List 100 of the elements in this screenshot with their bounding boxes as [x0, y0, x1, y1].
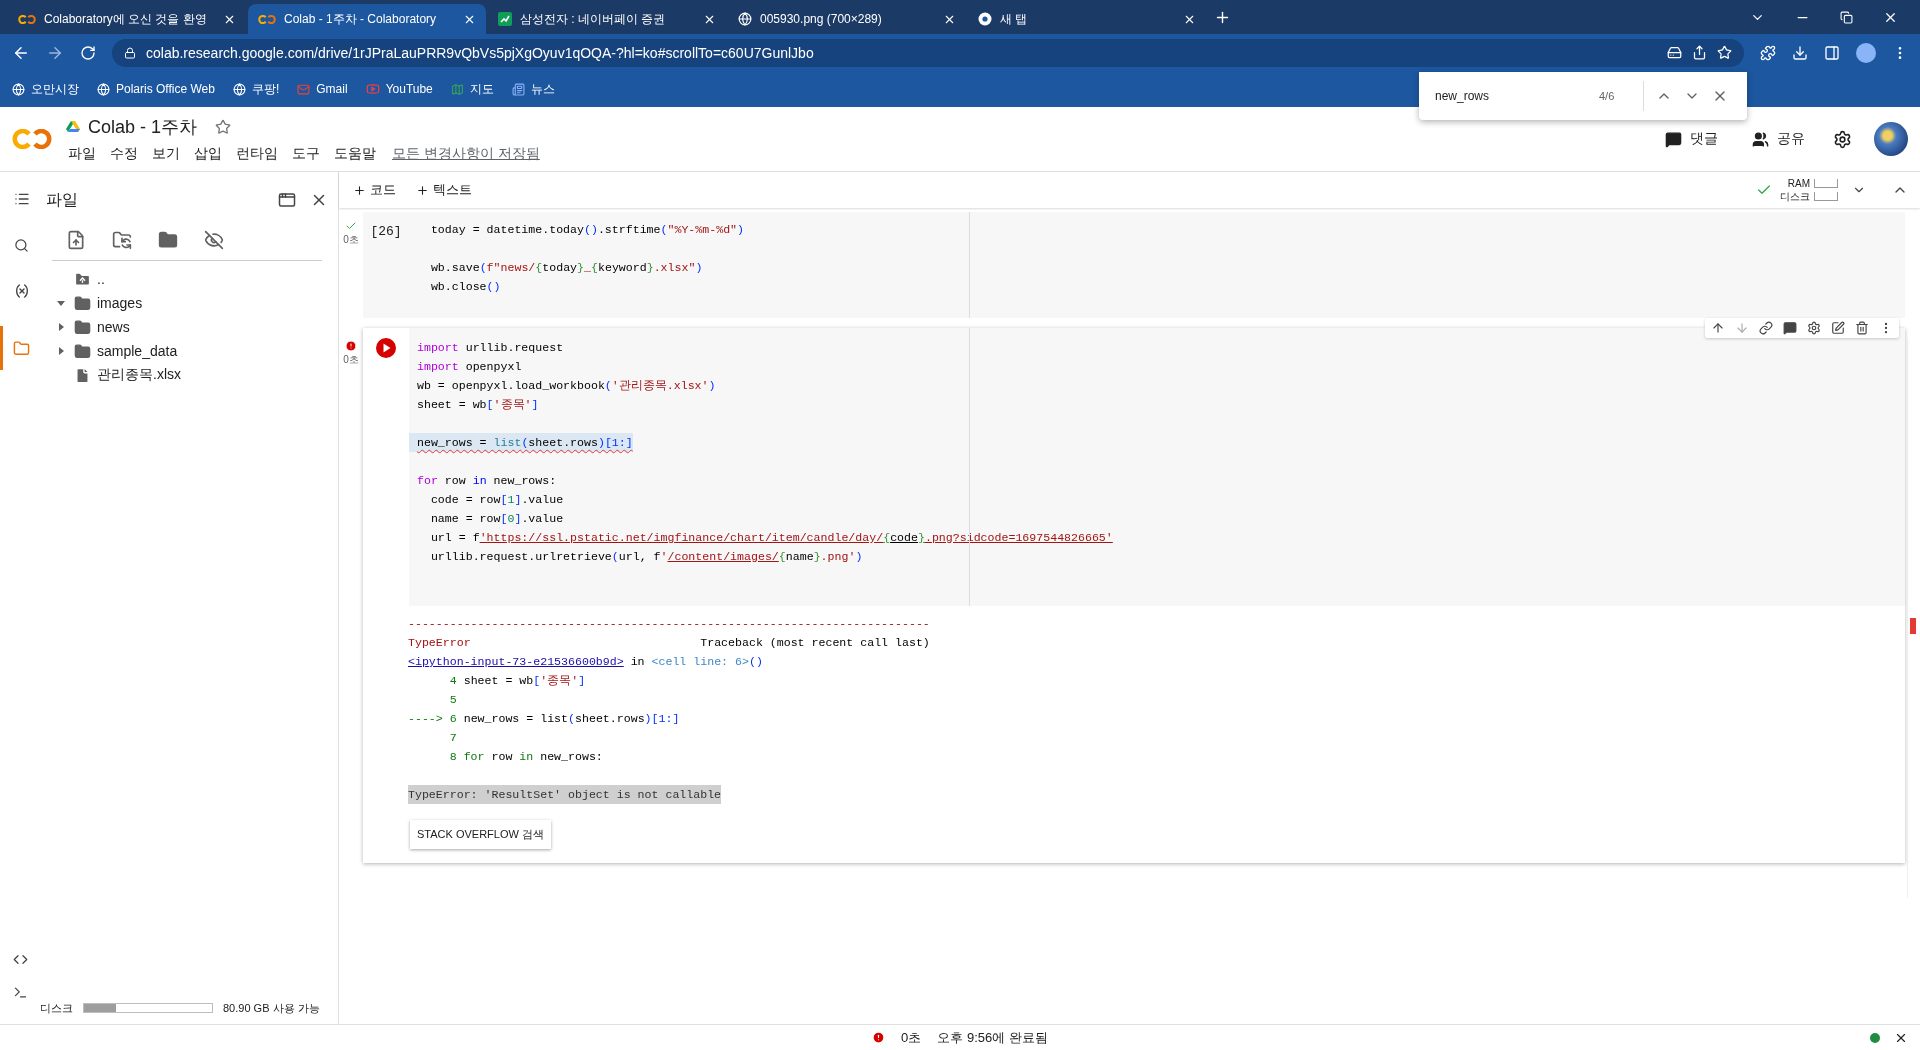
code-line: 7	[448, 730, 457, 746]
comment-icon[interactable]	[1783, 321, 1797, 335]
stack-overflow-button[interactable]: STACK OVERFLOW 검색	[410, 820, 551, 849]
menu-item[interactable]: 도움말	[334, 145, 376, 163]
star-icon[interactable]	[215, 119, 232, 135]
side-panel-icon[interactable]	[1824, 44, 1840, 61]
code-line: wb = openpyxl.load_workbook('관리종목.xlsx')	[416, 378, 716, 394]
code-line: for row in new_rows:	[416, 473, 557, 489]
error-message: TypeError: 'ResultSet' object is not callable	[408, 785, 722, 804]
file-name[interactable]: ..	[97, 271, 105, 287]
file-name[interactable]: images	[97, 295, 143, 311]
caret-icon[interactable]	[57, 299, 65, 307]
address-bar[interactable]: colab.research.google.com/drive/1rJPraLauPRR9vQbVs5pjXgOyuv1qOQA-?hl=ko#scrollTo=c60U7GunlJbo	[112, 38, 1744, 67]
file-name[interactable]: news	[97, 319, 130, 335]
drive-icon	[66, 121, 80, 133]
browser-tab[interactable]: 새 탭	[968, 4, 1206, 34]
file-name[interactable]: sample_data	[97, 343, 178, 359]
elapsed-time: 0초	[901, 1028, 922, 1047]
code-line: 8 for row in new_rows:	[448, 749, 603, 765]
add-cell-button[interactable]: 코드	[351, 179, 398, 201]
resource-meter[interactable]: RAM 디스크	[1780, 177, 1838, 203]
avatar[interactable]	[1874, 122, 1908, 156]
globe-icon	[232, 82, 246, 96]
plus-icon	[353, 183, 366, 197]
refresh-folder-icon[interactable]	[112, 230, 132, 250]
bookmark[interactable]: YouTube	[365, 82, 433, 96]
comment-button[interactable]: 댓글	[1659, 129, 1724, 149]
code-line: wb.save(f"news/{today}_{keyword}.xlsx")	[429, 260, 703, 276]
terminal-icon[interactable]	[12, 985, 28, 1000]
code-line: 4 sheet = wb['종목']	[448, 673, 586, 689]
check-icon	[345, 220, 357, 232]
lock-icon	[124, 46, 136, 59]
disk-free-text: 80.90 GB 사용 가능	[223, 1000, 320, 1016]
share-button[interactable]: 공유	[1746, 129, 1811, 149]
code-line: code = row[1].value	[429, 492, 564, 508]
play-icon	[365, 82, 380, 96]
menu-item[interactable]: 삽입	[194, 145, 222, 163]
menu-item[interactable]: 파일	[68, 145, 96, 163]
avatar[interactable]	[1856, 42, 1876, 63]
bookmark[interactable]: 쿠팡!	[232, 80, 280, 98]
chart-icon	[498, 12, 512, 26]
extensions-icon[interactable]	[1760, 44, 1776, 61]
browser-tab[interactable]: 삼성전자 : 네이버페이 증권	[488, 4, 726, 34]
code-line: today = datetime.today().strftime("%Y-%m-%d")	[429, 222, 745, 238]
colab-logo-icon	[258, 14, 276, 24]
add-cell-button[interactable]: 텍스트	[414, 179, 474, 201]
code-line: import urllib.request	[416, 340, 564, 356]
menu-item[interactable]: 수정	[110, 145, 138, 163]
reload-icon[interactable]	[80, 44, 96, 61]
link-icon[interactable]	[1759, 321, 1773, 335]
action-label: 공유	[1777, 130, 1805, 148]
browser-tab[interactable]: Colaboratory에 오신 것을 환영	[8, 4, 246, 34]
code-line: url = f'https://ssl.pstatic.net/imgfinance/chart/item/candle/day/{code}.png?sidcode=1697544826665'	[429, 530, 1113, 546]
browser-tab[interactable]: 005930.png (700×289)	[728, 4, 966, 34]
window-icon[interactable]	[278, 191, 296, 209]
share-icon[interactable]	[1692, 45, 1707, 60]
browser-logo-icon	[978, 12, 992, 26]
move-up-icon[interactable]	[1711, 321, 1725, 335]
settings-icon[interactable]	[1807, 321, 1821, 335]
code-cell[interactable]	[363, 328, 1905, 863]
save-status-link[interactable]: 모든 변경사항이 저장됨	[392, 145, 540, 163]
execution-count: [26]	[370, 224, 402, 241]
notebook-title[interactable]: Colab - 1주차	[88, 115, 198, 139]
globe-icon	[97, 82, 110, 96]
menu-item[interactable]: 도구	[292, 145, 320, 163]
completion-status: 오후 9:56에 완료됨	[937, 1028, 1048, 1047]
bookmark[interactable]: 오만시장	[12, 80, 79, 98]
folder-icon	[74, 294, 91, 312]
scrollbar[interactable]	[1907, 338, 1918, 898]
restore-icon[interactable]	[1840, 10, 1853, 24]
eye-off-icon[interactable]	[204, 230, 224, 250]
browser-tab[interactable]: Colab - 1주차 - Colaboratory	[248, 4, 486, 34]
code-line: name = row[0].value	[429, 511, 564, 527]
menu-item[interactable]: 런타임	[236, 145, 278, 163]
delete-icon[interactable]	[1855, 321, 1869, 335]
folder-icon[interactable]	[158, 230, 178, 250]
drive-icon[interactable]	[1667, 45, 1682, 60]
bookmark[interactable]: 지도	[450, 80, 494, 98]
file-name[interactable]: 관리종목.xlsx	[97, 366, 181, 384]
run-button[interactable]	[376, 338, 396, 358]
plus-icon	[416, 183, 429, 197]
download-icon[interactable]	[1792, 44, 1808, 61]
run-time: 0초	[343, 233, 359, 247]
comment-icon	[1665, 130, 1682, 148]
upload-icon[interactable]	[66, 230, 86, 250]
caret-icon[interactable]	[57, 323, 65, 331]
folder-icon	[74, 318, 91, 336]
code-line: sheet = wb['종목']	[416, 397, 539, 413]
caret-icon[interactable]	[57, 347, 65, 355]
code-line: urllib.request.urlretrieve(url, f'/content/images/{name}.png')	[429, 549, 863, 565]
bookmark[interactable]: 뉴스	[511, 80, 555, 98]
folder-icon	[74, 342, 91, 360]
bookmark[interactable]: Polaris Office Web	[97, 82, 215, 96]
settings-icon[interactable]	[1833, 129, 1852, 149]
code-line: 5	[448, 692, 457, 708]
find-field[interactable]: new_rows	[1433, 88, 1587, 104]
bookmark[interactable]: Gmail	[297, 82, 348, 96]
code-icon[interactable]	[12, 952, 28, 967]
menu-item[interactable]: 보기	[152, 145, 180, 163]
file-icon	[74, 366, 91, 384]
